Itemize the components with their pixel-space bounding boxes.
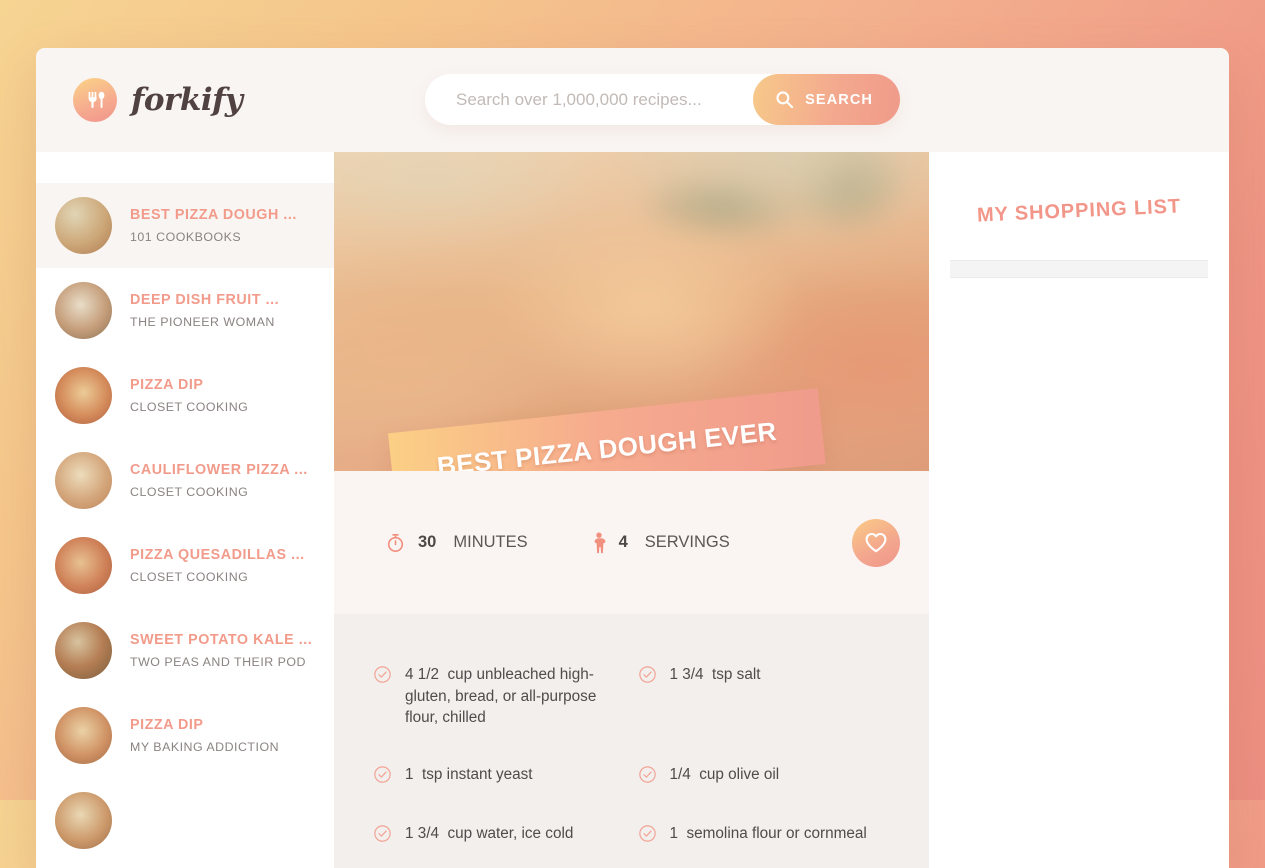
search-result-publisher: THE PIONEER WOMAN: [130, 315, 275, 329]
ingredient-quantity: 1 3/4: [669, 666, 704, 683]
ingredient-quantity: 1/4: [669, 766, 691, 784]
ingredient-item: 1 3/4 cup water, ice cold: [374, 823, 625, 847]
fork-spoon-icon: [73, 78, 117, 122]
ingredient-list: 4 1/2 cup unbleached high-gluten, bread,…: [374, 664, 889, 847]
search-button-label: SEARCH: [805, 91, 873, 108]
ingredient-quantity: 1: [405, 766, 414, 784]
search-button[interactable]: SEARCH: [753, 74, 900, 125]
check-circle-icon: [638, 825, 656, 847]
search-result-texts: CAULIFLOWER PIZZA ... CLOSET COOKING: [130, 462, 308, 499]
search-result-title: CAULIFLOWER PIZZA ...: [130, 462, 308, 478]
recipe-thumbnail: [55, 452, 112, 509]
recipe-thumbnail: [55, 367, 112, 424]
shopping-panel: MY SHOPPING LIST: [929, 152, 1229, 868]
ingredient-text: 1 semolina flour or cornmeal: [670, 823, 867, 847]
ingredient-item: 1 semolina flour or cornmeal: [638, 823, 890, 847]
ingredient-text: 1 3/4 tsp salt: [670, 664, 761, 729]
recipe-thumbnail: [55, 537, 112, 594]
search-result-texts: PIZZA DIP CLOSET COOKING: [130, 377, 248, 414]
search-input[interactable]: [425, 89, 754, 110]
ingredient-text: 1 3/4 cup water, ice cold: [405, 823, 573, 847]
search-result-item[interactable]: [36, 778, 334, 863]
search-result-item[interactable]: PIZZA DIP MY BAKING ADDICTION: [36, 693, 334, 778]
ingredient-text: 4 1/2 cup unbleached high-gluten, bread,…: [405, 664, 625, 729]
shopping-list: [950, 260, 1208, 278]
check-circle-icon: [374, 666, 391, 729]
app-card: forkify SEARCH BEST PIZZA DOUGH ... 101 C…: [36, 48, 1229, 868]
servings-unit: SERVINGS: [644, 533, 730, 551]
check-circle-icon: [374, 766, 391, 788]
recipe-thumbnail: [55, 197, 112, 254]
brand-name: forkify: [131, 82, 243, 118]
heart-icon: [865, 532, 887, 552]
bookmark-button[interactable]: [852, 518, 900, 567]
search-result-item[interactable]: SWEET POTATO KALE ... TWO PEAS AND THEIR …: [36, 608, 334, 693]
search-result-texts: PIZZA DIP MY BAKING ADDICTION: [130, 717, 279, 754]
search-result-title: PIZZA DIP: [130, 377, 204, 393]
ingredient-item: 4 1/2 cup unbleached high-gluten, bread,…: [374, 664, 625, 729]
search-result-publisher: MY BAKING ADDICTION: [130, 740, 280, 754]
search-result-item[interactable]: BEST PIZZA DOUGH ... 101 COOKBOOKS: [36, 183, 334, 268]
recipe-thumbnail: [55, 792, 112, 849]
recipe-thumbnail: [55, 282, 112, 339]
search-result-item[interactable]: CAULIFLOWER PIZZA ... CLOSET COOKING: [36, 438, 334, 523]
search-results-list: BEST PIZZA DOUGH ... 101 COOKBOOKS DEEP DI…: [36, 152, 334, 868]
search-result-title: PIZZA DIP: [130, 717, 204, 733]
ingredient-description: cup water, ice cold: [447, 825, 574, 843]
search-result-publisher: CLOSET COOKING: [130, 400, 249, 414]
search-result-publisher: TWO PEAS AND THEIR POD: [130, 655, 307, 669]
search-result-title: DEEP DISH FRUIT ...: [130, 292, 280, 308]
cooking-time-unit: MINUTES: [453, 533, 528, 551]
search-result-publisher: CLOSET COOKING: [130, 570, 249, 584]
app-header: forkify SEARCH: [36, 48, 1229, 152]
ingredient-quantity: 1: [669, 825, 679, 843]
ingredient-text: 1/4 cup olive oil: [670, 764, 780, 788]
search-result-texts: SWEET POTATO KALE ... TWO PEAS AND THEIR …: [130, 632, 312, 669]
check-circle-icon: [638, 766, 656, 788]
search-result-texts: BEST PIZZA DOUGH ... 101 COOKBOOKS: [130, 207, 297, 244]
recipe-panel: BEST PIZZA DOUGH EVER 30 MINUTES 4 SERVI…: [334, 152, 929, 868]
stopwatch-icon: [385, 532, 406, 553]
search-result-item[interactable]: DEEP DISH FRUIT ... THE PIONEER WOMAN: [36, 268, 334, 353]
recipe-figure: BEST PIZZA DOUGH EVER: [334, 152, 929, 471]
search-icon: [776, 91, 794, 109]
check-circle-icon: [374, 825, 391, 847]
ingredient-description: tsp salt: [712, 666, 761, 683]
shopping-list-placeholder: [950, 260, 1208, 278]
ingredient-item: 1 3/4 tsp salt: [638, 664, 890, 729]
shopping-list-title: MY SHOPPING LIST: [976, 195, 1182, 227]
search-result-item[interactable]: PIZZA QUESADILLAS ... CLOSET COOKING: [36, 523, 334, 608]
ingredient-quantity: 4 1/2: [405, 666, 440, 683]
ingredient-text: 1 tsp instant yeast: [405, 764, 533, 788]
search-form[interactable]: SEARCH: [425, 74, 900, 125]
recipe-thumbnail: [55, 622, 112, 679]
ingredient-description: cup olive oil: [699, 766, 780, 784]
search-result-publisher: CLOSET COOKING: [130, 485, 249, 499]
search-result-title: SWEET POTATO KALE ...: [130, 632, 313, 648]
cooking-time: 30 MINUTES: [385, 532, 528, 553]
search-result-item[interactable]: PIZZA DIP CLOSET COOKING: [36, 353, 334, 438]
ingredient-quantity: 1 3/4: [405, 825, 440, 843]
search-result-title: PIZZA QUESADILLAS ...: [130, 547, 305, 563]
check-circle-icon: [638, 666, 656, 729]
person-icon: [591, 532, 607, 554]
search-result-texts: DEEP DISH FRUIT ... THE PIONEER WOMAN: [130, 292, 279, 329]
ingredient-description: tsp instant yeast: [422, 766, 533, 784]
ingredients-section: 4 1/2 cup unbleached high-gluten, bread,…: [334, 614, 929, 868]
servings-value: 4: [618, 533, 628, 551]
brand-logo[interactable]: forkify: [73, 78, 243, 122]
content-area: BEST PIZZA DOUGH ... 101 COOKBOOKS DEEP DI…: [36, 152, 1229, 868]
ingredient-item: 1 tsp instant yeast: [374, 764, 625, 788]
servings: 4 SERVINGS: [591, 532, 730, 554]
search-result-title: BEST PIZZA DOUGH ...: [130, 207, 297, 223]
ingredient-description: semolina flour or cornmeal: [686, 825, 867, 843]
ingredient-item: 1/4 cup olive oil: [638, 764, 890, 788]
recipe-thumbnail: [55, 707, 112, 764]
search-result-publisher: 101 COOKBOOKS: [130, 230, 242, 244]
recipe-details: 30 MINUTES 4 SERVINGS: [334, 471, 929, 614]
recipe-title: BEST PIZZA DOUGH EVER: [435, 415, 778, 471]
search-result-texts: PIZZA QUESADILLAS ... CLOSET COOKING: [130, 547, 305, 584]
cooking-time-value: 30: [418, 533, 437, 551]
